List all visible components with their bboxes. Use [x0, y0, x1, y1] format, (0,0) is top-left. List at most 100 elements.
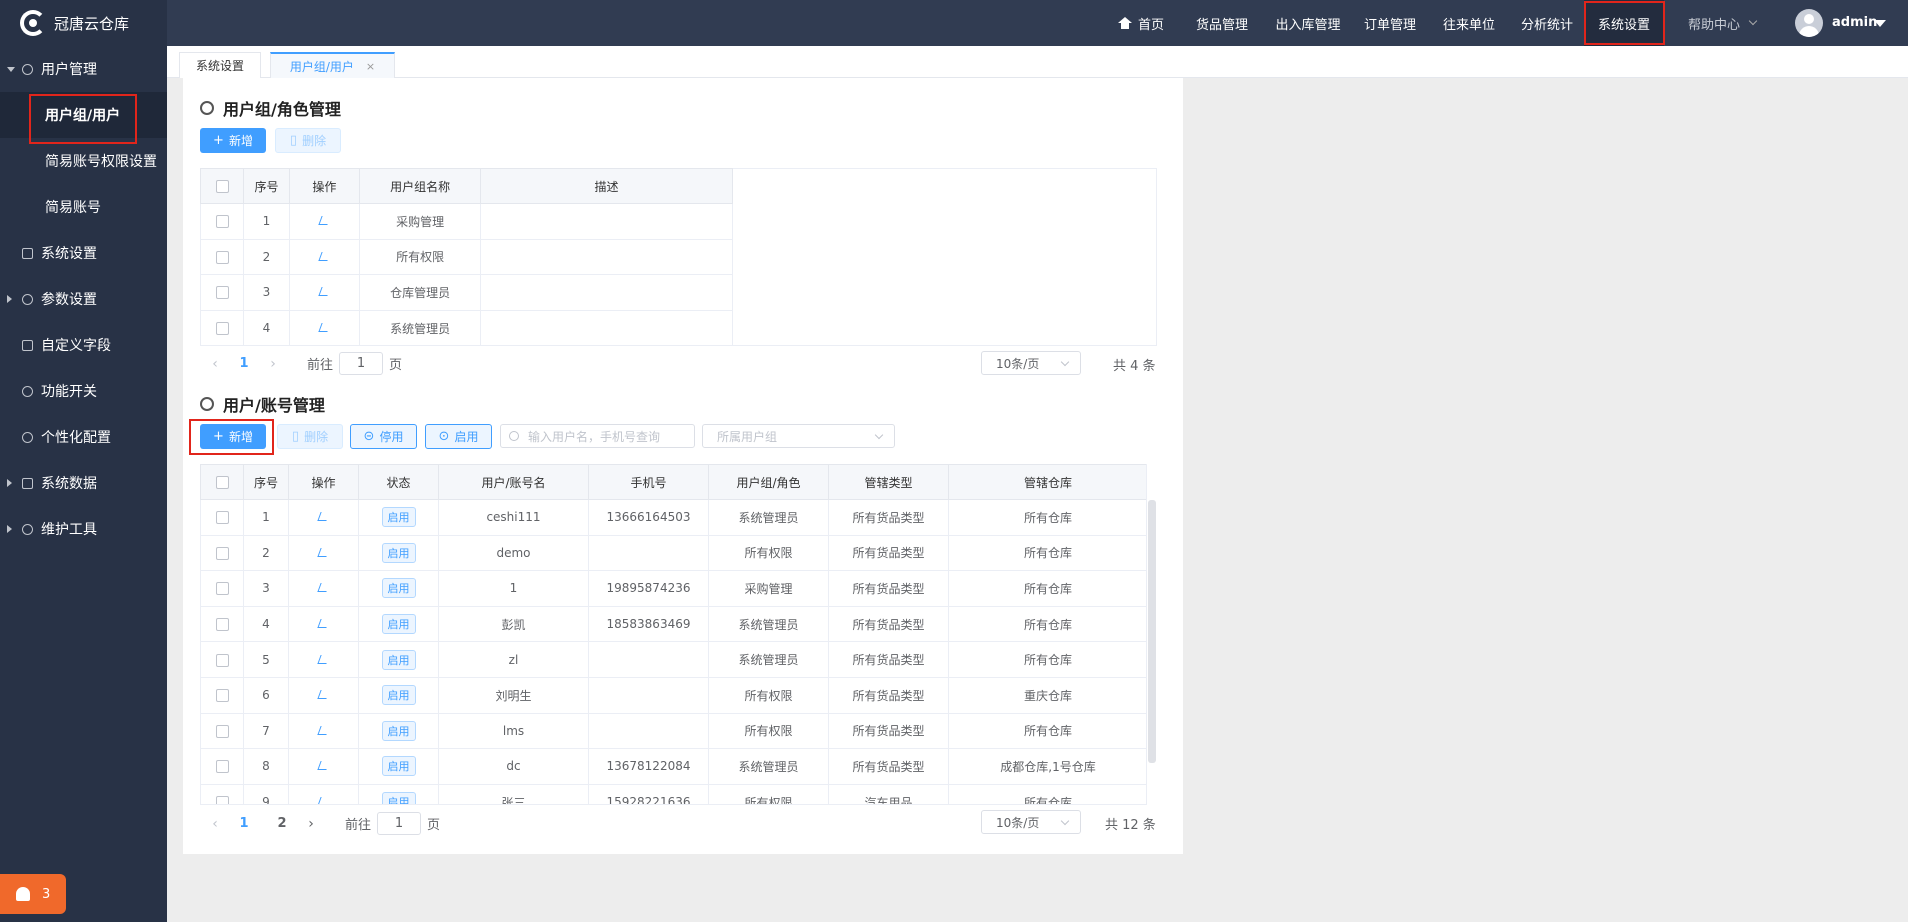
table-row[interactable]: 8 启用 dc 13678122084 系统管理员 所有货品类型 成都仓库,1号…: [200, 748, 1146, 785]
row-checkbox[interactable]: [215, 653, 229, 667]
goto-page-input[interactable]: 1: [377, 812, 422, 835]
sidebar-item-custom-fields[interactable]: 自定义字段: [0, 322, 167, 368]
edit-icon[interactable]: [317, 725, 330, 735]
warehouse-cell: 所有仓库: [948, 641, 1146, 678]
sidebar-item-feature-switch[interactable]: 功能开关: [0, 368, 167, 414]
home-icon: [1117, 17, 1132, 29]
edit-icon[interactable]: [317, 619, 330, 629]
row-checkbox[interactable]: [215, 546, 229, 560]
sidebar-item-parameters[interactable]: 参数设置: [0, 276, 167, 322]
nav-partners[interactable]: 往来单位: [1436, 0, 1502, 46]
row-checkbox[interactable]: [215, 215, 229, 229]
select-all-checkbox[interactable]: [199, 168, 245, 204]
user-name[interactable]: admin: [1832, 0, 1877, 46]
edit-icon[interactable]: [317, 761, 330, 771]
goto-page-input[interactable]: 1: [339, 352, 384, 375]
add-group-button[interactable]: + 新增: [200, 128, 266, 153]
edit-icon[interactable]: [318, 323, 331, 333]
nav-home[interactable]: 首页: [1111, 0, 1171, 46]
edit-icon[interactable]: [317, 654, 330, 664]
delete-user-button[interactable]: ▯ 删除: [277, 424, 343, 449]
user-name-cell: demo: [438, 534, 589, 572]
edit-icon[interactable]: [317, 512, 330, 522]
sidebar-item-simple-permissions[interactable]: 简易账号权限设置: [0, 138, 167, 184]
checkbox[interactable]: [215, 180, 229, 193]
group-name: 系统管理员: [359, 309, 482, 347]
disable-user-button[interactable]: ⊝ 停用: [350, 424, 417, 449]
row-number: 6: [243, 676, 289, 714]
user-group-select[interactable]: 所属用户组: [702, 424, 895, 448]
row-checkbox[interactable]: [215, 618, 229, 632]
next-page-button[interactable]: ›: [263, 356, 283, 372]
next-page-button[interactable]: ›: [301, 816, 321, 832]
page-number[interactable]: 2: [263, 816, 301, 831]
delete-group-button[interactable]: ▯ 删除: [275, 128, 341, 153]
table-row[interactable]: 3 启用 1 19895874236 采购管理 所有货品类型 所有仓库: [200, 570, 1146, 607]
row-checkbox[interactable]: [215, 322, 229, 336]
tab-system-settings[interactable]: 系统设置: [179, 52, 261, 78]
nav-analytics[interactable]: 分析统计: [1514, 0, 1580, 46]
group-page-size-select[interactable]: 10条/页: [981, 351, 1081, 375]
notification-button[interactable]: 3: [0, 874, 66, 914]
edit-icon[interactable]: [318, 216, 331, 226]
table-scrollbar[interactable]: [1148, 500, 1156, 763]
user-table-wrap[interactable]: 序号 操作 状态 用户/账号名 手机号 用户组/角色 管辖类型 管辖仓库 1 启…: [200, 464, 1147, 805]
row-checkbox[interactable]: [215, 689, 229, 703]
nav-system-settings[interactable]: 系统设置: [1584, 0, 1664, 46]
page-number[interactable]: 1: [225, 816, 263, 831]
row-checkbox[interactable]: [215, 250, 229, 264]
enable-user-button[interactable]: ⊙ 启用: [425, 424, 492, 449]
add-user-button[interactable]: + 新增: [200, 424, 266, 449]
avatar[interactable]: [1795, 9, 1823, 37]
sidebar-item-user-groups[interactable]: 用户组/用户: [0, 92, 167, 138]
row-checkbox[interactable]: [215, 796, 229, 804]
table-row[interactable]: 2 所有权限: [199, 238, 733, 276]
row-checkbox[interactable]: [215, 724, 229, 738]
edit-icon[interactable]: [317, 583, 330, 593]
edit-icon[interactable]: [317, 547, 330, 557]
table-row[interactable]: 1 采购管理: [199, 203, 733, 240]
nav-inout[interactable]: 出入库管理: [1267, 0, 1349, 46]
row-checkbox[interactable]: [215, 760, 229, 774]
table-row[interactable]: 4 系统管理员: [199, 309, 733, 347]
nav-label: 首页: [1137, 17, 1164, 33]
app-logo[interactable]: 冠唐云仓库: [0, 0, 167, 46]
edit-icon[interactable]: [318, 287, 331, 297]
edit-icon[interactable]: [317, 690, 330, 700]
column-header: 用户/账号名: [438, 464, 589, 500]
sidebar-item-system-settings[interactable]: 系统设置: [0, 230, 167, 276]
nav-orders[interactable]: 订单管理: [1357, 0, 1423, 46]
edit-icon[interactable]: [318, 251, 331, 261]
table-row[interactable]: 2 启用 demo 所有权限 所有货品类型 所有仓库: [200, 534, 1146, 572]
sidebar-item-personalization[interactable]: 个性化配置: [0, 414, 167, 460]
row-checkbox[interactable]: [215, 511, 229, 525]
table-row[interactable]: 5 启用 zl 系统管理员 所有货品类型 所有仓库: [200, 641, 1146, 678]
user-search-input[interactable]: 输入用户名，手机号查询: [500, 424, 695, 448]
sidebar-item-system-data[interactable]: 系统数据: [0, 460, 167, 506]
row-checkbox[interactable]: [215, 582, 229, 596]
table-row[interactable]: 1 启用 ceshi111 13666164503 系统管理员 所有货品类型 所…: [200, 499, 1146, 536]
scope-cell: 所有货品类型: [828, 676, 949, 714]
table-row[interactable]: 3 仓库管理员: [199, 274, 733, 311]
prev-page-button[interactable]: ‹: [205, 356, 225, 372]
role-cell: 所有权限: [708, 712, 829, 750]
prev-page-button[interactable]: ‹: [205, 816, 225, 832]
sidebar-item-simple-account[interactable]: 简易账号: [0, 184, 167, 230]
sidebar-item-user-management[interactable]: 用户管理: [0, 46, 167, 92]
role-cell: 所有权限: [708, 534, 829, 572]
edit-icon[interactable]: [317, 797, 330, 804]
caret-down-icon[interactable]: [1874, 20, 1886, 27]
close-icon[interactable]: ×: [366, 60, 375, 73]
nav-help[interactable]: 帮助中心: [1672, 0, 1772, 46]
row-checkbox[interactable]: [215, 286, 229, 300]
page-number[interactable]: 1: [225, 356, 263, 371]
table-row[interactable]: 9 启用 张三 15928221636 所有权限 汽车用品 所有仓库: [200, 783, 1146, 804]
tab-user-groups[interactable]: 用户组/用户 ×: [270, 52, 395, 78]
table-row[interactable]: 6 启用 刘明生 所有权限 所有货品类型 重庆仓库: [200, 676, 1146, 714]
user-page-size-select[interactable]: 10条/页: [981, 810, 1081, 834]
table-row[interactable]: 4 启用 彭凯 18583863469 系统管理员 所有货品类型 所有仓库: [200, 605, 1146, 643]
select-all-checkbox[interactable]: [215, 476, 229, 489]
table-row[interactable]: 7 启用 lms 所有权限 所有货品类型 所有仓库: [200, 712, 1146, 750]
nav-goods[interactable]: 货品管理: [1187, 0, 1257, 46]
sidebar-item-maintenance[interactable]: 维护工具: [0, 506, 167, 552]
